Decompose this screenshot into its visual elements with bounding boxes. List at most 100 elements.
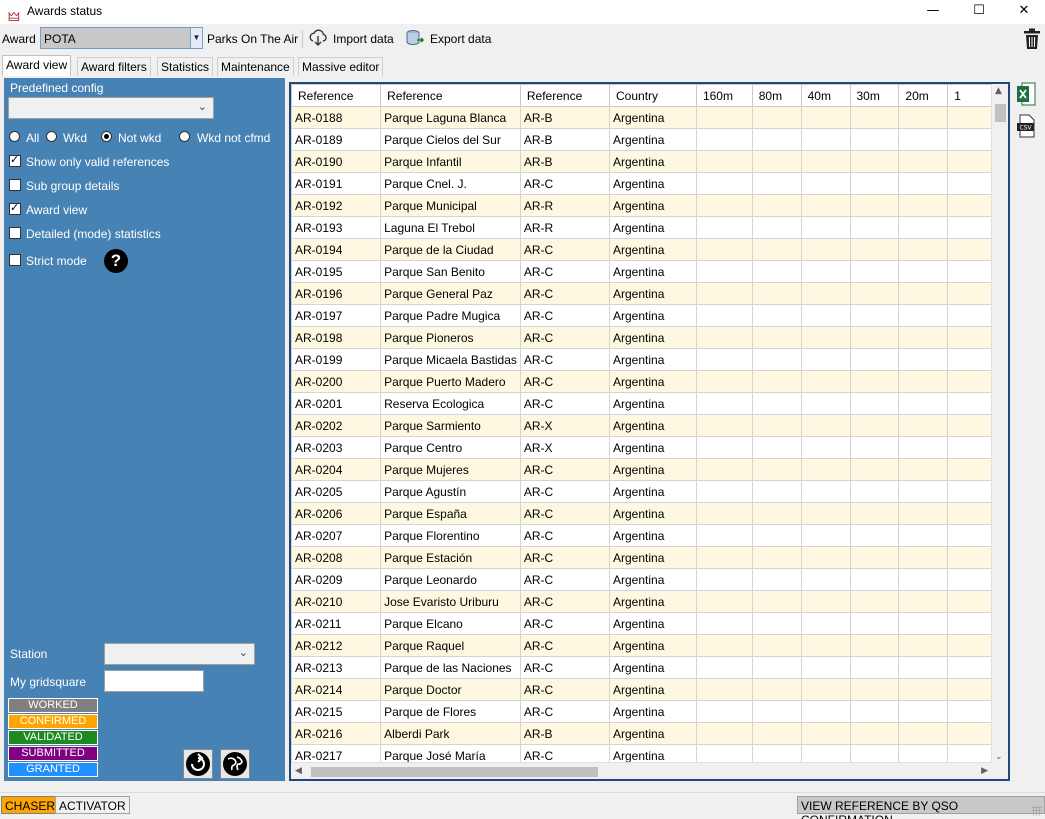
table-cell[interactable]: Argentina — [609, 260, 697, 283]
table-cell[interactable]: AR-C — [519, 590, 611, 613]
table-cell[interactable] — [695, 348, 753, 371]
table-cell[interactable] — [751, 590, 802, 613]
table-cell[interactable]: Parque Sarmiento — [380, 414, 521, 437]
table-cell[interactable] — [898, 392, 949, 415]
table-cell[interactable] — [695, 238, 753, 261]
table-cell[interactable] — [695, 150, 753, 173]
table-cell[interactable] — [898, 128, 949, 151]
table-cell[interactable]: AR-0189 — [291, 128, 382, 151]
table-cell[interactable]: Argentina — [609, 392, 697, 415]
table-cell[interactable]: AR-0203 — [291, 436, 382, 459]
table-cell[interactable] — [800, 546, 851, 569]
import-data-button[interactable]: Import data — [333, 32, 394, 46]
table-cell[interactable] — [849, 348, 900, 371]
table-cell[interactable] — [947, 326, 992, 349]
table-cell[interactable] — [800, 656, 851, 679]
table-cell[interactable]: AR-0188 — [291, 106, 382, 129]
table-cell[interactable]: AR-0211 — [291, 612, 382, 635]
table-row[interactable]: AR-0189 Parque Cielos del Sur AR-B Argentin… — [291, 128, 992, 151]
tab-award-filters[interactable]: Award filters — [77, 57, 151, 76]
table-cell[interactable]: Argentina — [609, 128, 697, 151]
table-cell[interactable] — [849, 150, 900, 173]
table-row[interactable]: AR-0212 Parque Raquel AR-C Argentina — [291, 634, 992, 657]
column-header[interactable]: 40m — [800, 84, 851, 107]
table-cell[interactable] — [751, 634, 802, 657]
table-cell[interactable]: AR-0204 — [291, 458, 382, 481]
table-cell[interactable] — [898, 678, 949, 701]
table-row[interactable]: AR-0215 Parque de Flores AR-C Argentina — [291, 700, 992, 723]
station-select[interactable]: ⌄ — [104, 643, 255, 665]
chevron-down-icon[interactable]: ▼ — [190, 28, 202, 48]
table-cell[interactable] — [695, 304, 753, 327]
table-cell[interactable] — [751, 546, 802, 569]
table-cell[interactable] — [800, 502, 851, 525]
checkbox-detailed-stats[interactable] — [9, 227, 21, 239]
table-cell[interactable] — [800, 194, 851, 217]
table-cell[interactable] — [947, 480, 992, 503]
table-cell[interactable]: AR-B — [519, 128, 611, 151]
database-export-icon[interactable] — [405, 28, 425, 48]
column-header[interactable]: 1 — [947, 84, 992, 107]
table-cell[interactable]: AR-C — [519, 678, 611, 701]
table-cell[interactable] — [947, 150, 992, 173]
table-cell[interactable] — [751, 194, 802, 217]
table-cell[interactable]: AR-R — [519, 216, 611, 239]
column-header[interactable]: Country — [609, 84, 697, 107]
table-cell[interactable] — [947, 502, 992, 525]
table-cell[interactable] — [898, 722, 949, 745]
table-cell[interactable] — [898, 282, 949, 305]
table-cell[interactable]: AR-C — [519, 238, 611, 261]
table-cell[interactable] — [898, 480, 949, 503]
table-cell[interactable] — [800, 480, 851, 503]
table-cell[interactable] — [898, 458, 949, 481]
table-cell[interactable]: AR-C — [519, 656, 611, 679]
table-cell[interactable] — [800, 304, 851, 327]
table-cell[interactable] — [800, 326, 851, 349]
table-cell[interactable] — [947, 436, 992, 459]
table-cell[interactable] — [800, 172, 851, 195]
table-cell[interactable]: AR-0208 — [291, 546, 382, 569]
table-cell[interactable] — [947, 458, 992, 481]
table-cell[interactable]: AR-C — [519, 502, 611, 525]
table-cell[interactable] — [947, 128, 992, 151]
table-cell[interactable] — [898, 348, 949, 371]
table-cell[interactable]: AR-B — [519, 722, 611, 745]
table-cell[interactable] — [849, 106, 900, 129]
table-cell[interactable] — [695, 502, 753, 525]
table-cell[interactable]: AR-C — [519, 282, 611, 305]
table-cell[interactable]: AR-C — [519, 458, 611, 481]
table-cell[interactable] — [898, 216, 949, 239]
table-cell[interactable] — [695, 524, 753, 547]
award-select[interactable]: POTA ▼ — [40, 27, 203, 49]
table-cell[interactable]: AR-0205 — [291, 480, 382, 503]
table-cell[interactable] — [751, 326, 802, 349]
table-cell[interactable] — [800, 634, 851, 657]
table-cell[interactable] — [751, 370, 802, 393]
table-cell[interactable] — [898, 172, 949, 195]
table-cell[interactable] — [800, 216, 851, 239]
table-cell[interactable]: Alberdi Park — [380, 722, 521, 745]
table-cell[interactable] — [751, 656, 802, 679]
table-cell[interactable] — [800, 590, 851, 613]
table-row[interactable]: AR-0190 Parque Infantil AR-B Argentina — [291, 150, 992, 173]
table-cell[interactable] — [695, 722, 753, 745]
table-cell[interactable] — [947, 414, 992, 437]
column-header[interactable]: Reference — [519, 84, 611, 107]
table-cell[interactable] — [695, 414, 753, 437]
table-cell[interactable]: AR-0207 — [291, 524, 382, 547]
table-cell[interactable]: Argentina — [609, 282, 697, 305]
table-cell[interactable] — [800, 458, 851, 481]
chaser-button[interactable]: CHASER — [1, 796, 60, 814]
table-cell[interactable] — [898, 612, 949, 635]
table-cell[interactable]: AR-C — [519, 480, 611, 503]
radio-not-wkd[interactable] — [101, 131, 112, 142]
scroll-right-icon[interactable]: ▶ — [981, 766, 988, 776]
table-cell[interactable] — [751, 612, 802, 635]
column-header[interactable]: Reference — [291, 84, 382, 107]
table-cell[interactable] — [849, 304, 900, 327]
minimize-button[interactable]: — — [910, 0, 956, 24]
table-cell[interactable] — [947, 634, 992, 657]
table-cell[interactable] — [849, 282, 900, 305]
table-cell[interactable] — [898, 414, 949, 437]
table-cell[interactable] — [751, 150, 802, 173]
